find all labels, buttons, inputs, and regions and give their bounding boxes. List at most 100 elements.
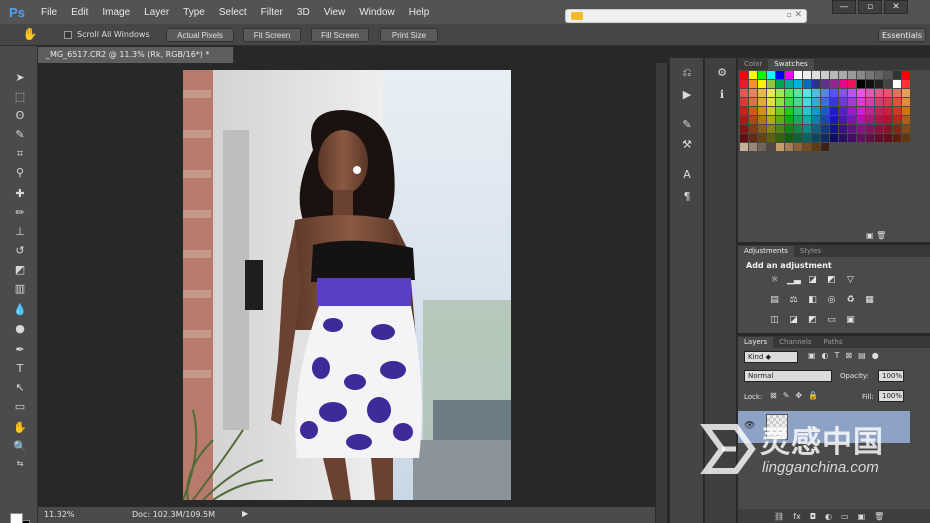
swatch[interactable] xyxy=(794,125,802,133)
character-icon[interactable]: A xyxy=(680,168,694,182)
swatch[interactable] xyxy=(794,107,802,115)
swatch[interactable] xyxy=(848,71,856,79)
hand-tool-icon[interactable]: ✋ xyxy=(22,27,38,43)
tool-presets-icon[interactable]: ⚒ xyxy=(680,138,694,152)
swatch[interactable] xyxy=(821,80,829,88)
swatch[interactable] xyxy=(776,116,784,124)
posterize-icon[interactable]: ◪ xyxy=(787,315,800,326)
fill-field[interactable]: 100% xyxy=(878,390,904,402)
swatch[interactable] xyxy=(857,107,865,115)
swatch[interactable] xyxy=(785,143,793,151)
swatch[interactable] xyxy=(848,98,856,106)
swatch[interactable] xyxy=(767,125,775,133)
swatch[interactable] xyxy=(830,116,838,124)
swatch[interactable] xyxy=(884,98,892,106)
swap-colors-icon[interactable]: ⇆ xyxy=(12,456,28,472)
swatch[interactable] xyxy=(857,98,865,106)
eraser-tool-icon[interactable]: ◩ xyxy=(12,262,28,278)
path-select-tool-icon[interactable]: ↖ xyxy=(12,380,28,396)
swatch[interactable] xyxy=(839,134,847,142)
swatch[interactable] xyxy=(875,98,883,106)
swatch[interactable] xyxy=(866,125,874,133)
swatch[interactable] xyxy=(893,134,901,142)
gradient-map-icon[interactable]: ▭ xyxy=(825,315,838,326)
swatch[interactable] xyxy=(839,125,847,133)
swatch[interactable] xyxy=(767,98,775,106)
photo-canvas[interactable] xyxy=(183,70,511,500)
dodge-tool-icon[interactable]: ● xyxy=(12,321,28,337)
notification-bar[interactable]: ▫ ✕ xyxy=(565,9,807,23)
swatch[interactable] xyxy=(875,71,883,79)
swatch[interactable] xyxy=(776,89,784,97)
restore-icon[interactable]: ▫ xyxy=(787,10,792,19)
swatch[interactable] xyxy=(839,116,847,124)
swatch[interactable] xyxy=(848,107,856,115)
swatch[interactable] xyxy=(857,125,865,133)
swatch[interactable] xyxy=(803,98,811,106)
swatch[interactable] xyxy=(803,80,811,88)
actions-play-icon[interactable]: ▶ xyxy=(680,88,694,102)
lasso-tool-icon[interactable]: ʘ xyxy=(12,108,28,124)
swatch[interactable] xyxy=(776,143,784,151)
swatch[interactable] xyxy=(776,125,784,133)
layer-filter-kind[interactable]: Kind ◆ xyxy=(744,351,798,363)
swatch[interactable] xyxy=(830,89,838,97)
rectangle-tool-icon[interactable]: ▭ xyxy=(12,399,28,415)
swatch[interactable] xyxy=(740,143,748,151)
swatch[interactable] xyxy=(794,116,802,124)
selective-color-icon[interactable]: ▣ xyxy=(844,315,857,326)
info-icon[interactable]: ℹ xyxy=(715,88,729,102)
swatch[interactable] xyxy=(749,134,757,142)
channel-mixer-icon[interactable]: ♻ xyxy=(844,295,857,306)
swatch[interactable] xyxy=(884,80,892,88)
swatch[interactable] xyxy=(821,143,829,151)
swatch[interactable] xyxy=(749,71,757,79)
brush-tool-icon[interactable]: ✏ xyxy=(12,205,28,221)
swatch[interactable] xyxy=(866,134,874,142)
swatch[interactable] xyxy=(758,98,766,106)
swatch[interactable] xyxy=(812,134,820,142)
clone-stamp-tool-icon[interactable]: ⊥ xyxy=(12,224,28,240)
swatch[interactable] xyxy=(875,80,883,88)
swatch[interactable] xyxy=(857,134,865,142)
swatch[interactable] xyxy=(893,89,901,97)
swatch[interactable] xyxy=(740,116,748,124)
swatch[interactable] xyxy=(749,116,757,124)
black-white-icon[interactable]: ◧ xyxy=(806,295,819,306)
workspace-switcher[interactable]: Essentials xyxy=(878,28,926,42)
history-icon[interactable]: ⎌ xyxy=(680,66,694,80)
swatch[interactable] xyxy=(749,80,757,88)
swatch[interactable] xyxy=(785,89,793,97)
swatch[interactable] xyxy=(902,98,910,106)
swatch[interactable] xyxy=(785,134,793,142)
layer-style-icon[interactable]: fx xyxy=(793,512,801,521)
swatch[interactable] xyxy=(875,89,883,97)
exposure-icon[interactable]: ◩ xyxy=(825,275,838,286)
swatch[interactable] xyxy=(884,116,892,124)
type-tool-icon[interactable]: T xyxy=(12,361,28,377)
swatch[interactable] xyxy=(893,116,901,124)
swatch[interactable] xyxy=(812,116,820,124)
swatch[interactable] xyxy=(839,80,847,88)
swatch[interactable] xyxy=(767,89,775,97)
swatch[interactable] xyxy=(803,134,811,142)
swatch[interactable] xyxy=(866,71,874,79)
scroll-all-windows-checkbox[interactable]: Scroll All Windows xyxy=(64,30,150,39)
swatch[interactable] xyxy=(776,107,784,115)
swatch[interactable] xyxy=(749,107,757,115)
swatch[interactable] xyxy=(785,80,793,88)
swatch[interactable] xyxy=(758,89,766,97)
threshold-icon[interactable]: ◩ xyxy=(806,315,819,326)
swatch[interactable] xyxy=(893,107,901,115)
swatch[interactable] xyxy=(758,107,766,115)
swatch[interactable] xyxy=(839,107,847,115)
swatch[interactable] xyxy=(902,107,910,115)
swatch[interactable] xyxy=(848,89,856,97)
fit-screen-button[interactable]: Fit Screen xyxy=(243,28,301,42)
color-lookup-icon[interactable]: ▦ xyxy=(863,295,876,306)
menu-layer[interactable]: Layer xyxy=(137,7,176,18)
swatch[interactable] xyxy=(830,80,838,88)
menu-3d[interactable]: 3D xyxy=(290,7,317,18)
vibrance-icon[interactable]: ▽ xyxy=(844,275,857,286)
actual-pixels-button[interactable]: Actual Pixels xyxy=(166,28,234,42)
